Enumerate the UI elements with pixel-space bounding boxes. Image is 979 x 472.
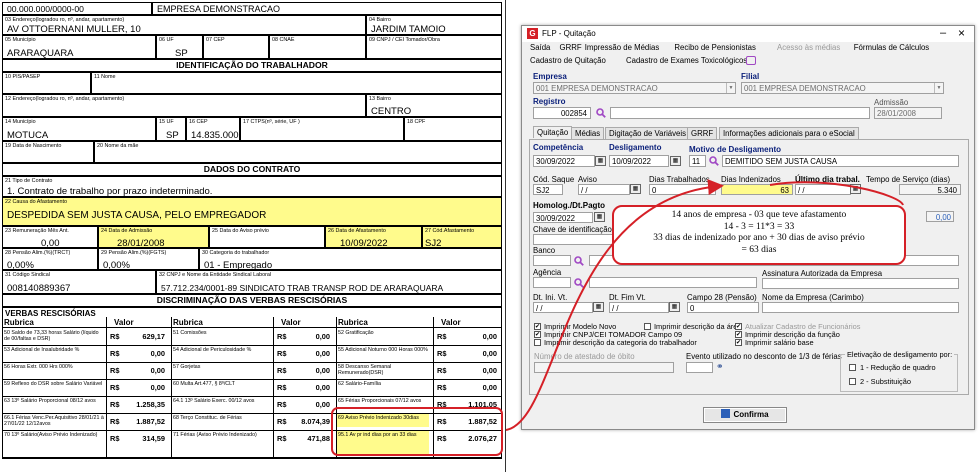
tab-item[interactable]: Quitação [533, 126, 573, 138]
annotation-overlay [331, 179, 904, 456]
arrow-to-days [505, 179, 724, 431]
arrow-bubble [769, 181, 904, 206]
highlight-box [331, 407, 503, 456]
